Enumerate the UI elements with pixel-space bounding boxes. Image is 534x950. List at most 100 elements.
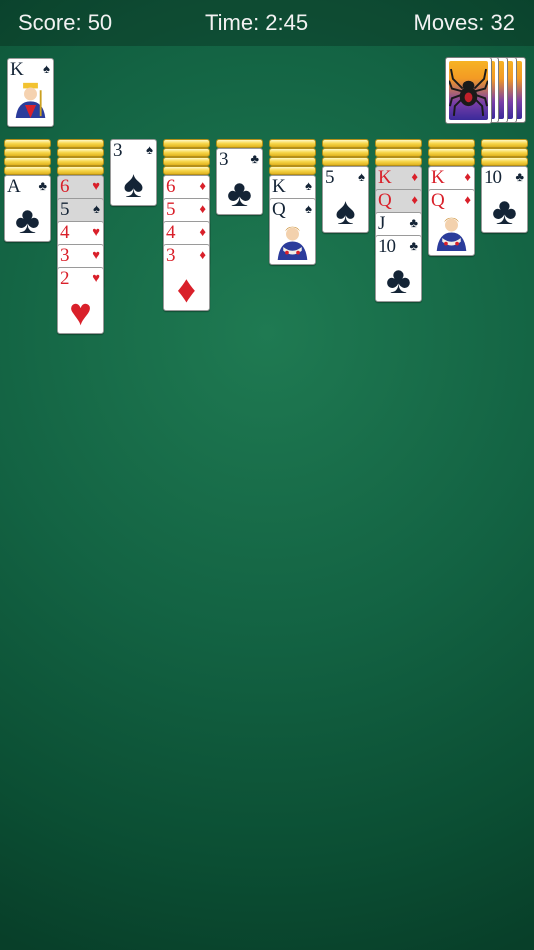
- card-rank: 3: [60, 245, 69, 266]
- card-suit: ♣: [409, 215, 418, 230]
- card-suit: ♥: [92, 178, 100, 193]
- card-center-pip: ♦: [176, 269, 197, 311]
- card-rank: 4: [60, 222, 69, 243]
- king-portrait-icon: [15, 82, 46, 118]
- card-center-pip: ♣: [492, 191, 517, 233]
- face-down-card: [322, 148, 369, 157]
- card-rank: Q: [431, 190, 445, 211]
- face-down-card: [322, 139, 369, 148]
- face-down-card: [481, 157, 528, 166]
- card-center-pip: ♠: [335, 191, 356, 233]
- card-suit: ♣: [250, 151, 259, 166]
- stock-top-card[interactable]: [445, 57, 492, 124]
- face-down-card: [4, 166, 51, 175]
- card-10-clubs[interactable]: 10 ♣ ♣: [481, 166, 528, 233]
- card-center-pip: ♣: [227, 173, 252, 215]
- face-down-card: [428, 148, 475, 157]
- face-down-card: [428, 157, 475, 166]
- card-2-hearts[interactable]: 2 ♥ ♥: [57, 267, 104, 334]
- face-down-card: [4, 148, 51, 157]
- card-suit: ♠: [305, 201, 312, 216]
- spider-icon: [449, 68, 488, 116]
- card-center-pip: ♥: [69, 292, 92, 334]
- card-rank: 5: [60, 199, 69, 220]
- face-down-card: [269, 148, 316, 157]
- card-suit: ♥: [92, 247, 100, 262]
- score-label: Score: 50: [18, 10, 113, 35]
- card-suit: ♠: [146, 142, 153, 157]
- foundation-rank: K: [10, 59, 24, 80]
- face-down-card: [269, 157, 316, 166]
- card-suit: ♦: [199, 247, 206, 262]
- face-down-card: [322, 157, 369, 166]
- card-suit: ♦: [411, 192, 418, 207]
- face-down-card: [163, 148, 210, 157]
- card-rank: 3: [219, 149, 228, 170]
- card-3-clubs[interactable]: 3 ♣ ♣: [216, 148, 263, 215]
- card-suit: ♠: [305, 178, 312, 193]
- card-suit: ♦: [464, 169, 471, 184]
- card-rank: 4: [166, 222, 175, 243]
- face-down-card: [216, 139, 263, 148]
- stock-pile[interactable]: [444, 0, 534, 130]
- card-rank: 5: [166, 199, 175, 220]
- face-down-card: [163, 139, 210, 148]
- card-Q-spades[interactable]: Q ♠: [269, 198, 316, 265]
- card-suit: ♣: [515, 169, 524, 184]
- face-down-card: [269, 166, 316, 175]
- card-rank: 6: [60, 176, 69, 197]
- card-rank: 3: [113, 140, 122, 161]
- card-rank: J: [378, 213, 385, 234]
- card-rank: 10: [378, 236, 396, 257]
- face-down-card: [57, 139, 104, 148]
- face-down-card: [375, 148, 422, 157]
- card-suit: ♠: [358, 169, 365, 184]
- foundation-pile: K ♠: [7, 58, 54, 127]
- card-suit: ♥: [92, 224, 100, 239]
- card-rank: K: [272, 176, 286, 197]
- face-down-card: [4, 157, 51, 166]
- card-5-spades[interactable]: 5 ♠ ♠: [322, 166, 369, 233]
- card-suit: ♦: [199, 178, 206, 193]
- face-down-card: [4, 139, 51, 148]
- card-center-pip: ♣: [386, 260, 411, 302]
- face-down-card: [57, 166, 104, 175]
- card-3-spades[interactable]: 3 ♠ ♠: [110, 139, 157, 206]
- card-suit: ♠: [93, 201, 100, 216]
- card-center-pip: ♣: [15, 200, 40, 242]
- card-rank: 3: [166, 245, 175, 266]
- card-rank: 2: [60, 268, 69, 289]
- card-Q-diamonds[interactable]: Q ♦: [428, 189, 475, 256]
- card-suit: ♦: [199, 201, 206, 216]
- face-down-card: [163, 157, 210, 166]
- face-down-card: [375, 157, 422, 166]
- card-A-clubs[interactable]: A ♣ ♣: [4, 175, 51, 242]
- face-down-card: [481, 139, 528, 148]
- card-suit: ♣: [409, 238, 418, 253]
- face-down-card: [375, 139, 422, 148]
- card-center-pip: ♠: [123, 164, 144, 206]
- card-rank: K: [378, 167, 392, 188]
- face-down-card: [481, 148, 528, 157]
- card-rank: Q: [272, 199, 286, 220]
- card-suit: ♦: [411, 169, 418, 184]
- card-rank: 10: [484, 167, 502, 188]
- card-suit: ♦: [199, 224, 206, 239]
- card-suit: ♥: [92, 270, 100, 285]
- face-down-card: [57, 148, 104, 157]
- card-rank: K: [431, 167, 445, 188]
- card-3-diamonds[interactable]: 3 ♦ ♦: [163, 244, 210, 311]
- time-label: Time: 2:45: [205, 10, 309, 35]
- face-down-card: [163, 166, 210, 175]
- card-rank: A: [7, 176, 21, 197]
- face-down-card: [428, 139, 475, 148]
- foundation-suit: ♠: [43, 61, 50, 76]
- card-suit: ♦: [464, 192, 471, 207]
- queen-portrait-icon: [436, 217, 467, 251]
- card-rank: Q: [378, 190, 392, 211]
- face-down-card: [269, 139, 316, 148]
- queen-portrait-icon: [277, 226, 308, 260]
- card-rank: 6: [166, 176, 175, 197]
- card-10-clubs[interactable]: 10 ♣ ♣: [375, 235, 422, 302]
- card-suit: ♣: [38, 178, 47, 193]
